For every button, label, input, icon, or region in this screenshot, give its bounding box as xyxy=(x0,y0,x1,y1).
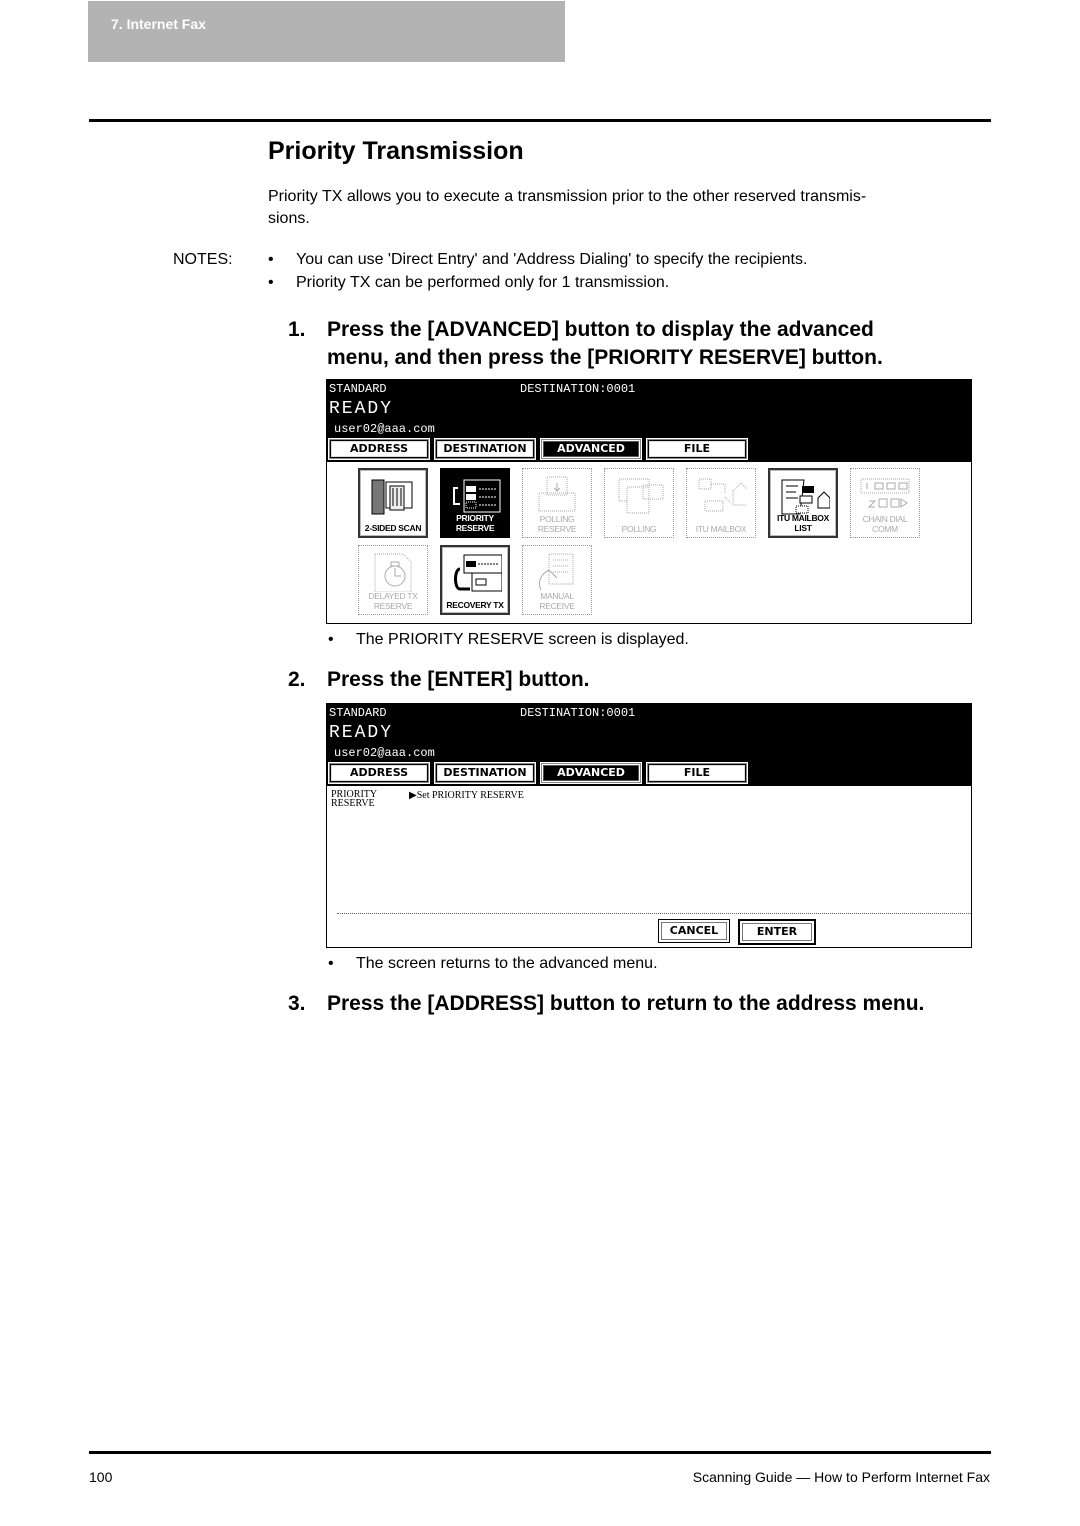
icon-label: ITU MAILBOX xyxy=(695,524,747,534)
screen-header: STANDARD DESTINATION:0001 READY user02@a… xyxy=(327,704,971,786)
priority-reserve-screen: STANDARD DESTINATION:0001 READY user02@a… xyxy=(326,703,972,948)
bullet-icon: • xyxy=(328,631,334,648)
itu-mailbox-list-button[interactable]: ITU MAILBOX LIST xyxy=(768,468,838,538)
setting-label: PRIORITY RESERVE xyxy=(331,790,377,809)
tab-destination[interactable]: DESTINATION xyxy=(434,438,536,460)
two-sided-scan-button[interactable]: 2-SIDED SCAN xyxy=(358,468,428,538)
priority-reserve-body: PRIORITY RESERVE ▶Set PRIORITY RESERVE C… xyxy=(327,786,971,946)
tab-bar: ADDRESS DESTINATION ADVANCED FILE xyxy=(328,762,753,785)
recovery-tx-button[interactable]: RECOVERY TX xyxy=(440,545,510,615)
bullet-icon: • xyxy=(268,251,274,268)
user-email: user02@aaa.com xyxy=(334,746,435,760)
icon-label: RECOVERY TX xyxy=(446,600,504,610)
note-text: Priority TX can be performed only for 1 … xyxy=(296,274,670,291)
chapter-tab: 7. Internet Fax xyxy=(88,1,565,62)
icon-label: PRIORITY RESERVE xyxy=(455,513,495,533)
chain-dial-button[interactable]: CHAIN DIAL COMM xyxy=(850,468,920,538)
icon-label: POLLING RESERVE xyxy=(537,514,577,534)
status-text: READY xyxy=(329,723,394,743)
tab-bar: ADDRESS DESTINATION ADVANCED FILE xyxy=(328,438,753,461)
icon-label: POLLING xyxy=(621,524,657,534)
mode-label: STANDARD xyxy=(329,382,387,396)
step-number: 3. xyxy=(288,992,306,1015)
notes-label: NOTES: xyxy=(173,251,233,268)
icon-label: MANUAL RECEIVE xyxy=(539,591,575,611)
bullet-icon: • xyxy=(328,955,334,972)
manual-receive-icon xyxy=(538,553,574,591)
step-text-line-1: Press the [ENTER] button. xyxy=(327,668,590,691)
status-text: READY xyxy=(329,399,394,419)
polling-reserve-button[interactable]: POLLING RESERVE xyxy=(522,468,592,538)
tab-advanced[interactable]: ADVANCED xyxy=(540,762,642,784)
tab-advanced[interactable]: ADVANCED xyxy=(540,438,642,460)
user-email: user02@aaa.com xyxy=(334,422,435,436)
polling-button[interactable]: POLLING xyxy=(604,468,674,538)
result-text: The PRIORITY RESERVE screen is displayed… xyxy=(356,631,689,648)
mode-label: STANDARD xyxy=(329,706,387,720)
bottom-rule xyxy=(89,1451,991,1454)
priority-reserve-icon xyxy=(453,479,501,513)
icon-label: CHAIN DIAL COMM xyxy=(862,514,908,534)
step-number: 2. xyxy=(288,668,306,691)
tab-address[interactable]: ADDRESS xyxy=(328,762,430,784)
manual-receive-button[interactable]: MANUAL RECEIVE xyxy=(522,545,592,615)
top-rule xyxy=(89,119,991,122)
setting-label-line-2: RESERVE xyxy=(331,798,375,809)
enter-button[interactable]: ENTER xyxy=(738,919,816,945)
result-text: The screen returns to the advanced menu. xyxy=(356,955,658,972)
icon-label: 2-SIDED SCAN xyxy=(364,523,422,533)
tab-file[interactable]: FILE xyxy=(646,762,748,784)
screen-header: STANDARD DESTINATION:0001 READY user02@a… xyxy=(327,380,971,462)
intro-line-2: sions. xyxy=(268,210,310,227)
recovery-tx-icon xyxy=(454,554,502,592)
cancel-button[interactable]: CANCEL xyxy=(658,919,730,943)
advanced-icon-grid: 2-SIDED SCAN PRIORITY RESERVE POLLING RE… xyxy=(327,462,971,622)
itu-mailbox-icon xyxy=(698,478,747,512)
itu-mailbox-list-icon xyxy=(781,479,830,515)
chain-dial-icon xyxy=(860,478,910,508)
polling-icon xyxy=(618,478,664,514)
delayed-tx-reserve-button[interactable]: DELAYED TX RESERVE xyxy=(358,545,428,615)
advanced-menu-screen: STANDARD DESTINATION:0001 READY user02@a… xyxy=(326,379,972,624)
tab-file[interactable]: FILE xyxy=(646,438,748,460)
priority-reserve-button[interactable]: PRIORITY RESERVE xyxy=(440,468,510,538)
two-sided-scan-icon xyxy=(371,479,413,515)
note-text: You can use 'Direct Entry' and 'Address … xyxy=(296,251,808,268)
step-text-line-1: Press the [ADDRESS] button to return to … xyxy=(327,992,925,1015)
step-text-line-1: Press the [ADVANCED] button to display t… xyxy=(327,318,874,341)
tab-address[interactable]: ADDRESS xyxy=(328,438,430,460)
divider xyxy=(337,913,971,914)
intro-line-1: Priority TX allows you to execute a tran… xyxy=(268,188,867,205)
polling-reserve-icon xyxy=(538,476,576,512)
destination-count: DESTINATION:0001 xyxy=(520,382,636,396)
delayed-tx-icon xyxy=(374,553,412,592)
step-number: 1. xyxy=(288,318,306,341)
bullet-icon: • xyxy=(268,274,274,291)
chapter-title: 7. Internet Fax xyxy=(111,16,206,32)
step-text-line-2: menu, and then press the [PRIORITY RESER… xyxy=(327,346,883,369)
section-title: Priority Transmission xyxy=(268,137,524,165)
icon-label: DELAYED TX RESERVE xyxy=(368,591,418,611)
tab-destination[interactable]: DESTINATION xyxy=(434,762,536,784)
itu-mailbox-button[interactable]: ITU MAILBOX xyxy=(686,468,756,538)
setting-value: ▶Set PRIORITY RESERVE xyxy=(409,790,524,801)
footer-title: Scanning Guide — How to Perform Internet… xyxy=(692,1469,990,1485)
icon-label: ITU MAILBOX LIST xyxy=(777,513,829,533)
page-number: 100 xyxy=(89,1469,113,1485)
destination-count: DESTINATION:0001 xyxy=(520,706,636,720)
